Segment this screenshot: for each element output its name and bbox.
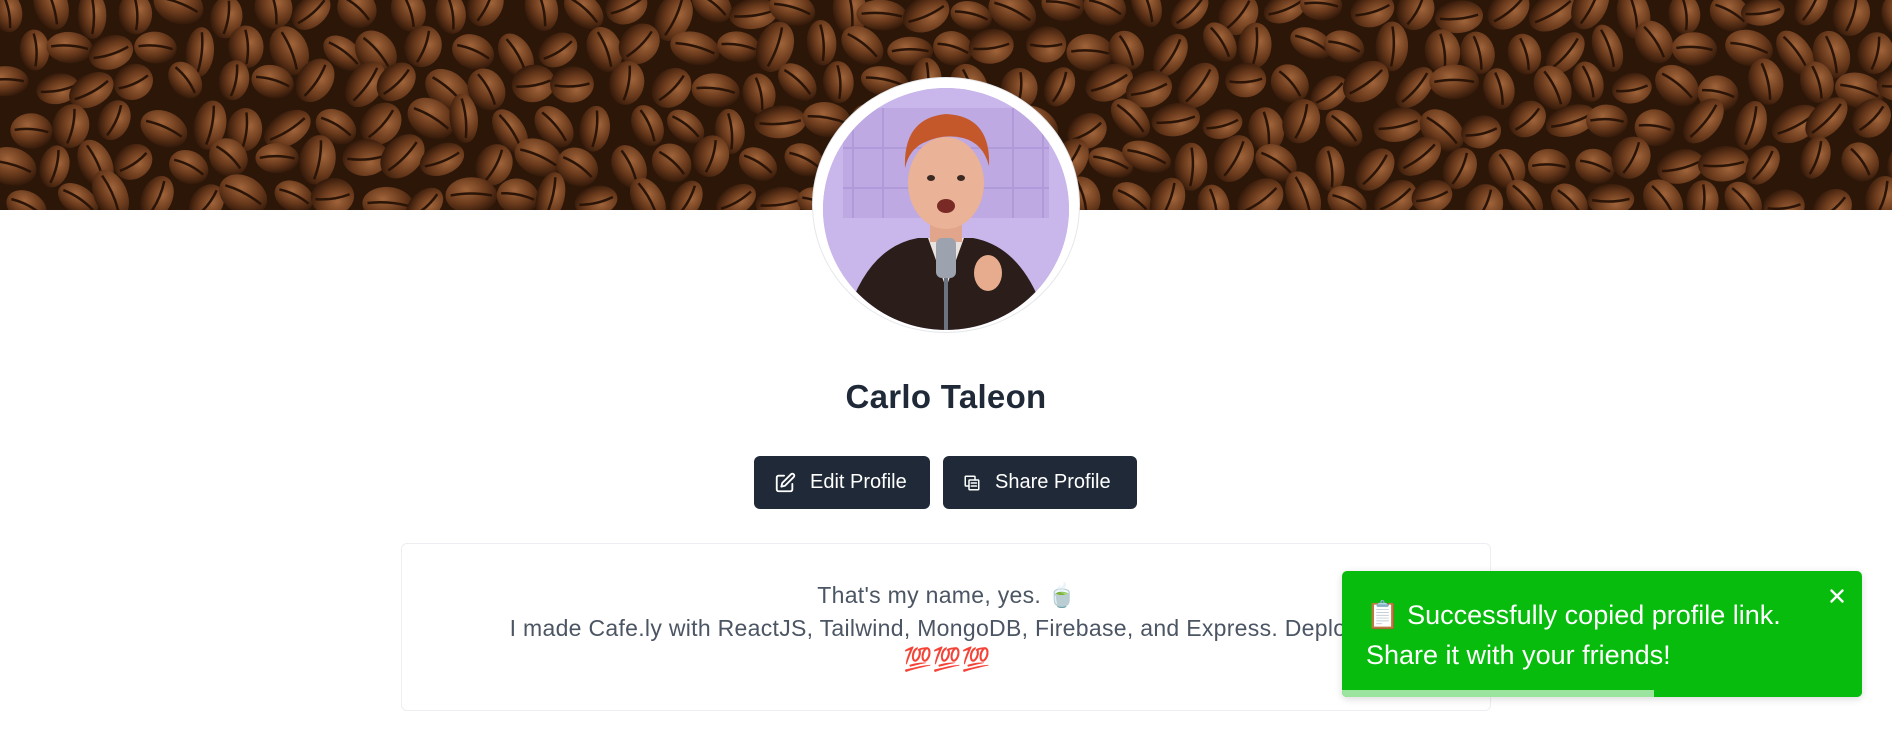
edit-profile-label: Edit Profile xyxy=(810,471,907,493)
edit-icon xyxy=(774,472,796,494)
toast-message-line-1: 📋 Successfully copied profile link. xyxy=(1366,600,1781,630)
bio-card: That's my name, yes. 🍵 I made Cafe.ly wi… xyxy=(401,543,1491,711)
toast-progress-bar xyxy=(1342,690,1654,697)
avatar-image xyxy=(823,88,1069,330)
share-profile-label: Share Profile xyxy=(995,471,1111,493)
toast-message: 📋 Successfully copied profile link. Shar… xyxy=(1366,595,1796,675)
toast-notification[interactable]: 📋 Successfully copied profile link. Shar… xyxy=(1342,571,1862,697)
close-icon[interactable] xyxy=(1826,585,1848,607)
edit-profile-button[interactable]: Edit Profile xyxy=(754,456,930,509)
profile-name: Carlo Taleon xyxy=(845,378,1047,415)
avatar xyxy=(823,88,1069,330)
copy-icon xyxy=(963,474,981,492)
bio-line-1: That's my name, yes. 🍵 xyxy=(817,582,1077,608)
bio-line-3: 💯💯💯 xyxy=(903,647,991,673)
share-profile-button[interactable]: Share Profile xyxy=(943,456,1137,509)
toast-message-line-2: Share it with your friends! xyxy=(1366,640,1671,670)
bio-line-2: I made Cafe.ly with ReactJS, Tailwind, M… xyxy=(509,615,1385,641)
